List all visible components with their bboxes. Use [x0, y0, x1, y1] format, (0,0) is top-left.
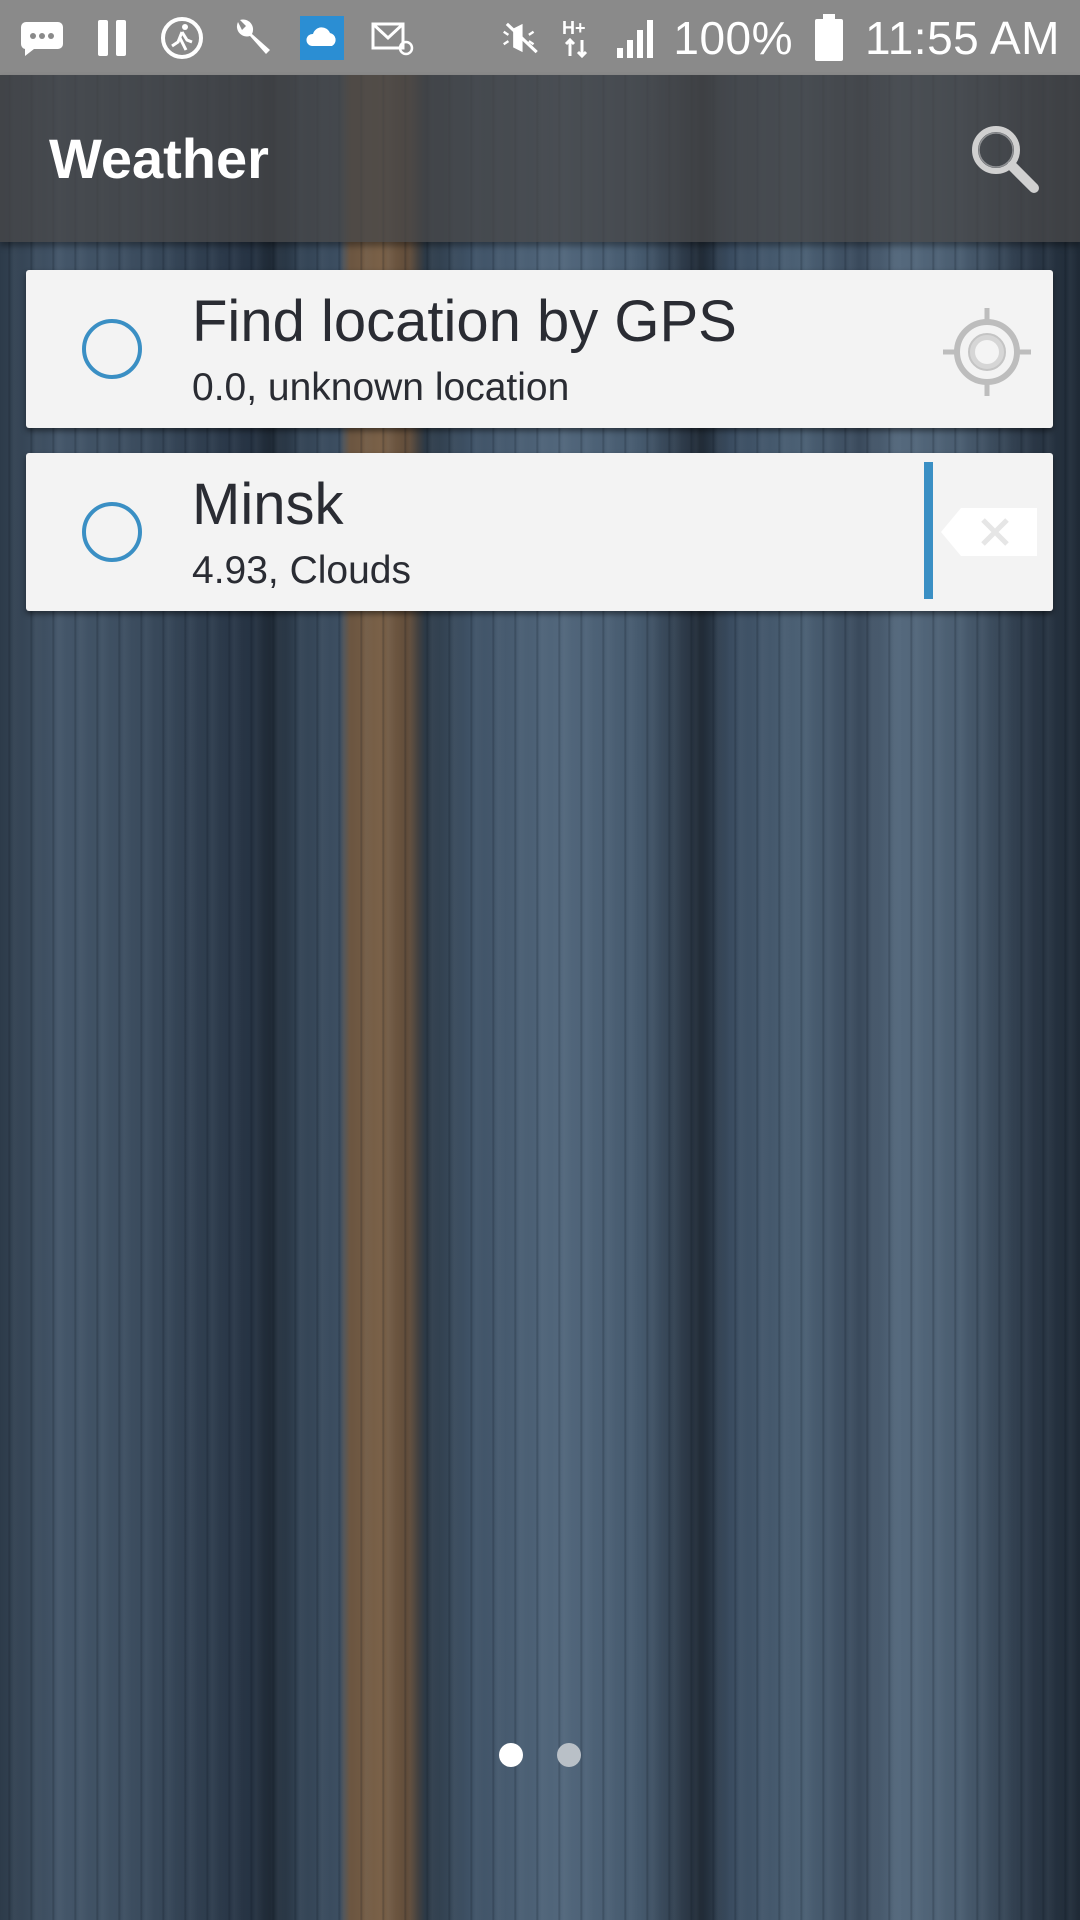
item-divider	[924, 462, 933, 599]
location-title: Minsk	[192, 472, 344, 537]
svg-text:H+: H+	[562, 18, 586, 38]
app-bar: Weather	[0, 75, 1080, 242]
gps-target-icon[interactable]	[939, 304, 1035, 400]
status-bar: H+ 100% 11:55 AM	[0, 0, 1080, 75]
status-bar-system: H+ 100% 11:55 AM	[499, 11, 1080, 65]
location-item-gps[interactable]: Find location by GPS 0.0, unknown locati…	[26, 270, 1053, 428]
page-dot[interactable]	[557, 1743, 581, 1767]
location-subtitle: 4.93, Clouds	[192, 549, 411, 592]
battery-percent: 100%	[673, 11, 794, 64]
hplus-data-icon: H+	[557, 16, 601, 60]
battery-icon	[807, 13, 851, 61]
location-subtitle: 0.0, unknown location	[192, 366, 570, 409]
signal-icon	[615, 16, 659, 60]
location-radio[interactable]	[82, 502, 142, 562]
email-icon	[370, 16, 414, 60]
delete-icon[interactable]	[939, 506, 1039, 558]
mute-icon	[499, 16, 543, 60]
page-indicator	[0, 1743, 1080, 1767]
pause-icon	[90, 16, 134, 60]
location-item-minsk[interactable]: Minsk 4.93, Clouds	[26, 453, 1053, 611]
search-icon[interactable]	[966, 120, 1042, 196]
weather-cloud-icon	[300, 15, 344, 60]
location-radio[interactable]	[82, 319, 142, 379]
page-dot-active[interactable]	[499, 1743, 523, 1767]
clock: 11:55 AM	[865, 11, 1060, 64]
page-title: Weather	[49, 127, 269, 190]
status-bar-notifications	[0, 15, 414, 60]
fitness-icon	[160, 16, 204, 60]
wrench-icon	[230, 16, 274, 60]
messaging-icon	[20, 16, 64, 60]
location-title: Find location by GPS	[192, 289, 737, 354]
